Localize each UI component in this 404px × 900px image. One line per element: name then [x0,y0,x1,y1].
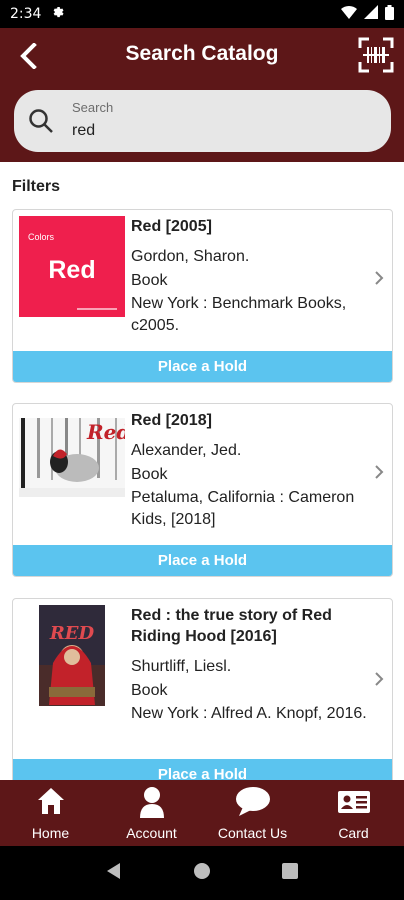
barcode-scan-icon [358,37,394,73]
cover-title: Red [87,420,125,444]
nav-home-label: Home [31,825,70,841]
filters-button[interactable]: Filters [12,178,60,196]
search-label: Search [72,100,114,115]
place-hold-button[interactable]: Place a Hold [13,759,392,780]
result-author: Gordon, Sharon. [131,248,250,265]
result-card[interactable]: Colors Red Red [2005] Gordon, Sharon. Bo… [12,209,393,383]
nav-home[interactable]: Home [0,780,101,846]
nav-account[interactable]: Account [101,780,202,846]
results-list[interactable]: Filters Colors Red Red [2005] Gordon, Sh… [0,162,404,780]
result-title: Red [2005] [131,218,212,235]
status-time: 2:34 [10,6,42,22]
barcode-scan-button[interactable] [358,37,394,73]
system-home-button[interactable] [193,862,211,885]
place-hold-button[interactable]: Place a Hold [13,351,392,382]
wifi-icon [341,5,357,23]
book-cover: RED [39,605,105,706]
page-title: Search Catalog [125,42,279,65]
result-format: Book [131,272,168,289]
triangle-back-icon [107,862,120,879]
system-recents-button[interactable] [281,862,299,885]
result-title: Red : the true story of Red Riding Hood … [131,607,332,645]
app-bar: Search Catalog Search red [0,28,404,162]
result-card[interactable]: RED Red : the true story of Red Riding H… [12,598,393,780]
result-title: Red [2018] [131,412,212,429]
search-input[interactable]: red [72,122,95,140]
account-icon [139,787,164,818]
result-publisher: Petaluma, California : Cameron Kids, [20… [131,489,355,528]
nav-card-label: Card [338,825,369,841]
circle-home-icon [194,862,210,879]
chevron-right-icon [374,671,384,692]
cover-title: Red [48,256,96,284]
result-info: Red [2018] Alexander, Jed. Book Petaluma… [131,410,371,531]
home-icon [37,788,64,814]
result-card[interactable]: Red Red [2018] Alexander, Jed. Book Peta… [12,403,393,577]
result-author: Shurtliff, Liesl. [131,658,232,675]
square-recents-icon [282,862,298,879]
signal-icon [364,5,378,23]
nav-card[interactable]: Card [303,780,404,846]
result-info: Red [2005] Gordon, Sharon. Book New York… [131,216,371,337]
book-cover: Red [19,410,125,511]
result-info: Red : the true story of Red Riding Hood … [131,605,371,725]
nav-contact-us-label: Contact Us [217,825,288,841]
settings-gear-icon [51,5,65,23]
chevron-right-icon [374,464,384,485]
chat-icon [235,787,270,816]
bottom-navigation: Home Account Contact Us Card [0,780,404,846]
chevron-right-icon [374,270,384,291]
place-hold-button[interactable]: Place a Hold [13,545,392,576]
result-publisher: New York : Benchmark Books, c2005. [131,295,347,334]
cover-title: RED [49,623,95,644]
search-field[interactable]: Search red [14,90,391,152]
book-cover-art [39,605,105,706]
result-publisher: New York : Alfred A. Knopf, 2016. [131,705,367,722]
system-back-button[interactable] [105,862,123,885]
battery-icon [385,4,394,24]
result-format: Book [131,682,168,699]
nav-account-label: Account [126,825,177,841]
card-icon [337,791,370,813]
search-icon [28,108,54,139]
status-bar: 2:34 [0,0,404,28]
result-format: Book [131,466,168,483]
cover-series: Colors [28,232,55,242]
result-author: Alexander, Jed. [131,442,242,459]
system-navigation-bar [0,846,404,900]
book-cover: Colors Red [19,216,125,317]
nav-contact-us[interactable]: Contact Us [202,780,303,846]
